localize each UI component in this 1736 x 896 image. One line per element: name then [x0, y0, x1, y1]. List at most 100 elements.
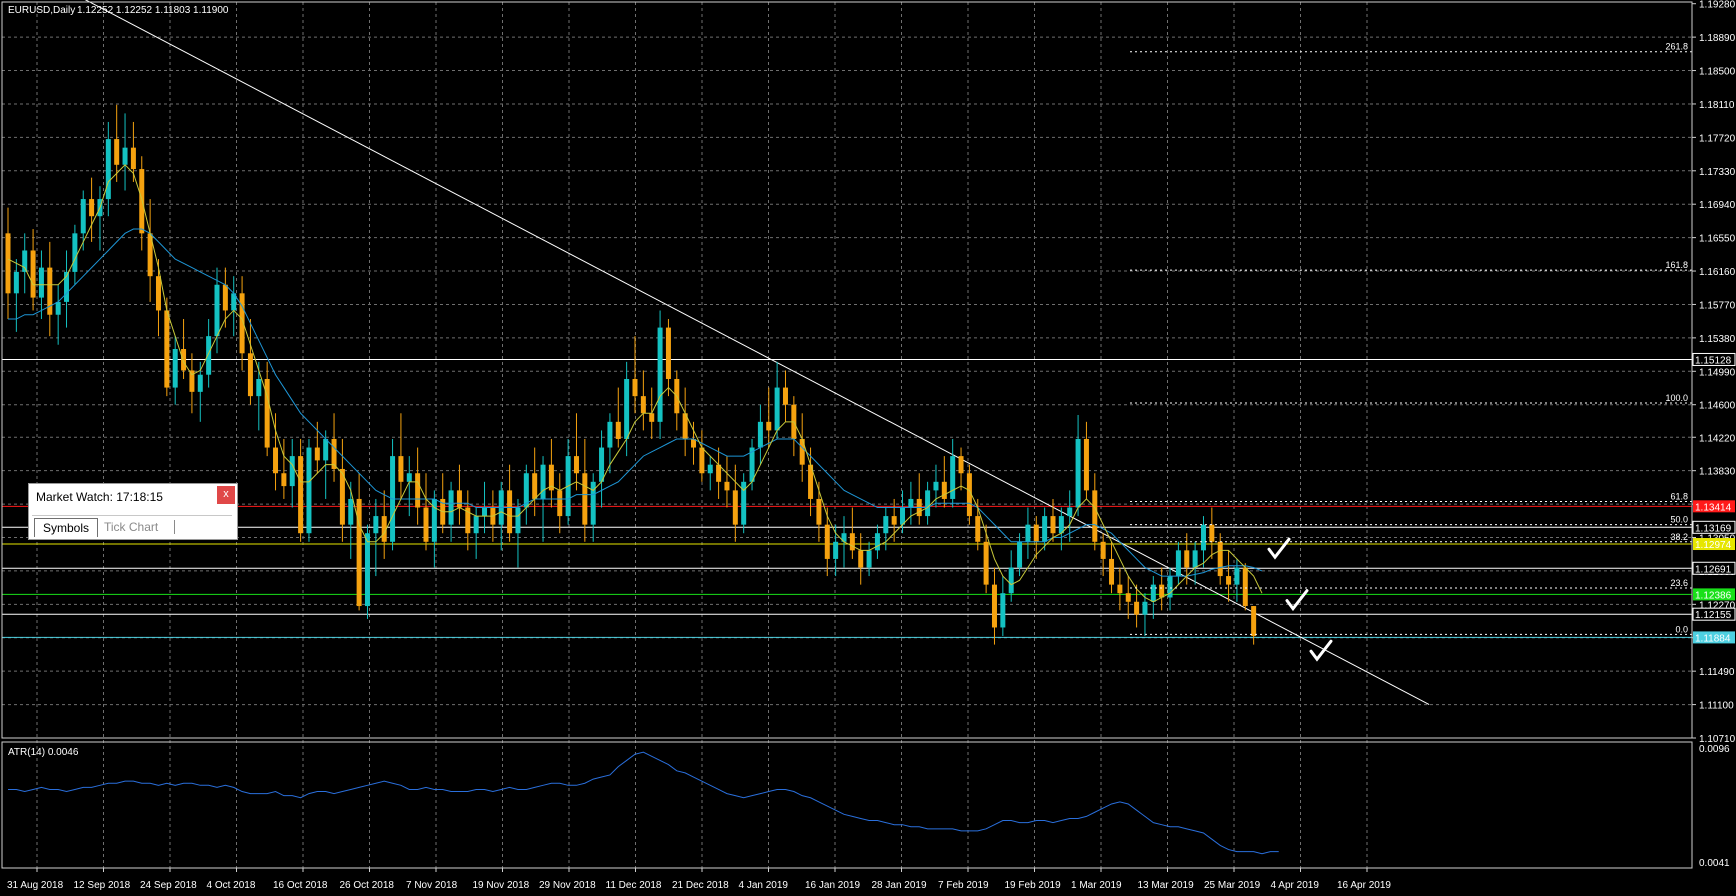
candle-body	[507, 490, 513, 534]
x-tick-label: 4 Apr 2019	[1271, 880, 1320, 891]
main-frame	[1, 1, 1693, 739]
candle-body	[1083, 438, 1089, 491]
candle-body	[716, 464, 722, 482]
candle-body	[975, 516, 981, 542]
market-watch-tabs: Symbols Tick Chart	[32, 515, 232, 537]
candle-body	[164, 310, 170, 388]
candle-body	[197, 374, 203, 392]
x-tick-label: 24 Sep 2018	[140, 880, 197, 891]
candle-body	[130, 147, 136, 170]
fib-label: 38.2	[1670, 532, 1688, 542]
candle-body	[72, 233, 78, 272]
candle-body	[1058, 516, 1064, 534]
candle-body	[1159, 584, 1165, 598]
candle-body	[482, 507, 488, 517]
candle-body	[348, 498, 354, 525]
x-tick-label: 13 Mar 2019	[1138, 880, 1195, 891]
candle-body	[89, 199, 95, 217]
candle-body	[206, 336, 212, 375]
candles	[5, 104, 1257, 645]
candle-body	[1142, 601, 1148, 615]
candle-body	[30, 250, 36, 298]
fib-label: 161.8	[1665, 260, 1688, 270]
candle-body	[1109, 558, 1115, 585]
fib-label: 0.0	[1675, 624, 1688, 634]
candle-body	[1150, 584, 1156, 602]
candle-body	[757, 421, 763, 448]
candle-body	[473, 516, 479, 534]
price-badge-label: 1.13414	[1695, 502, 1732, 513]
candle-body	[122, 147, 128, 165]
atr-tick-label: 0.0096	[1699, 744, 1730, 755]
atr-panel	[8, 751, 1279, 855]
x-tick-label: 11 Dec 2018	[606, 880, 662, 891]
chart-canvas[interactable]: 261.8 161.8 100.0 61.8 50.0 38.2 23.6 0.0 1.192…	[0, 0, 1736, 896]
atr-frame	[1, 741, 1693, 869]
close-button[interactable]: x	[217, 486, 235, 504]
y-tick-label: 1.16550	[1699, 234, 1736, 245]
candle-body	[214, 284, 220, 337]
candle-body	[1042, 516, 1048, 542]
candle-body	[5, 233, 11, 294]
y-tick-label: 1.15380	[1699, 334, 1736, 345]
x-tick-label: 29 Nov 2018	[539, 880, 596, 891]
x-tick-label: 19 Nov 2018	[473, 880, 530, 891]
y-tick-label: 1.11100	[1699, 701, 1734, 712]
candle-body	[448, 490, 454, 525]
candle-body	[950, 456, 956, 499]
candle-body	[599, 447, 605, 482]
x-tick-label: 7 Feb 2019	[938, 880, 989, 891]
y-tick-label: 1.13830	[1699, 467, 1736, 478]
price-badge-label: 1.12974	[1695, 540, 1732, 551]
x-tick-label: 1 Mar 2019	[1071, 880, 1122, 891]
candle-body	[181, 349, 187, 371]
candle-body	[858, 550, 864, 568]
atr-line	[8, 751, 1279, 855]
candle-body	[983, 541, 989, 585]
x-tick-label: 25 Mar 2019	[1204, 880, 1261, 891]
candle-body	[632, 378, 638, 397]
x-tick-label: 4 Oct 2018	[207, 880, 256, 891]
candle-body	[1226, 576, 1232, 585]
horizontal-lines	[2, 358, 1692, 638]
ohlc-label: 1.12252 1.12252 1.11803 1.11900	[77, 5, 229, 16]
atr-tick-label: 0.0041	[1699, 858, 1730, 869]
candle-body	[1251, 606, 1257, 637]
y-tick-label: 1.17720	[1699, 133, 1736, 144]
candle-body	[532, 473, 538, 499]
symbol-label: EURUSD,Daily	[8, 5, 75, 16]
y-tick-label: 1.17330	[1699, 167, 1736, 178]
candle-body	[38, 267, 44, 298]
candle-body	[540, 464, 546, 499]
fib-label: 261.8	[1665, 42, 1688, 52]
candle-body	[1117, 584, 1123, 594]
price-badge-label: 1.13169	[1695, 523, 1732, 534]
candle-body	[833, 541, 839, 559]
candle-body	[1200, 524, 1206, 551]
candle-body	[1100, 541, 1106, 559]
y-tick-label: 1.14990	[1699, 367, 1736, 378]
candle-body	[247, 353, 253, 397]
candle-body	[1192, 550, 1198, 568]
candle-body	[398, 456, 404, 482]
x-tick-label: 7 Nov 2018	[406, 880, 458, 891]
price-badge-label: 1.12155	[1695, 610, 1732, 621]
atr-label: ATR(14) 0.0046	[8, 747, 79, 758]
candle-body	[1217, 541, 1223, 577]
candle-body	[298, 456, 304, 534]
x-tick-label: 19 Feb 2019	[1005, 880, 1062, 891]
y-tick-label: 1.19280	[1699, 0, 1736, 11]
price-badge-label: 1.11884	[1695, 633, 1731, 644]
market-watch-window[interactable]: Market Watch: 17:18:15 x Symbols Tick Ch…	[28, 483, 238, 540]
candle-body	[925, 490, 931, 517]
candle-body	[222, 284, 228, 311]
tab-symbols[interactable]: Symbols	[34, 518, 99, 537]
candle-body	[415, 473, 421, 508]
tab-separator	[174, 520, 175, 534]
x-tick-label: 4 Jan 2019	[739, 880, 789, 891]
candle-body	[273, 447, 279, 474]
candle-body	[866, 550, 872, 568]
tab-tick-chart[interactable]: Tick Chart	[96, 518, 166, 536]
x-tick-label: 31 Aug 2018	[7, 880, 64, 891]
candle-body	[1050, 516, 1056, 534]
